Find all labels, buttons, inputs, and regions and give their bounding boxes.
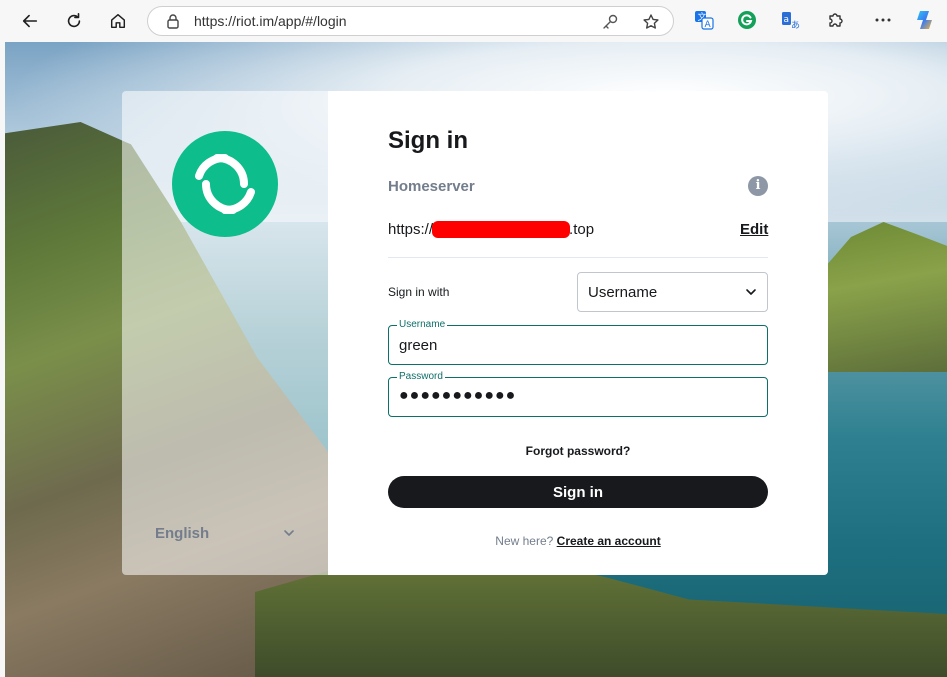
username-input[interactable]: Username green: [388, 319, 768, 365]
reload-icon: [67, 12, 81, 28]
translator-extension-icon[interactable]: aあ: [779, 9, 801, 31]
homeserver-label: Homeserver: [388, 178, 475, 195]
language-selector[interactable]: English: [155, 523, 295, 543]
page-title: Sign in: [388, 127, 468, 154]
address-bar[interactable]: https://riot.im/app/#/login: [147, 6, 674, 36]
homeserver-prefix: https://: [388, 221, 434, 238]
password-input[interactable]: Password ●●●●●●●●●●●: [388, 371, 768, 417]
element-logo: [172, 131, 278, 237]
url-text: https://riot.im/app/#/login: [194, 13, 347, 29]
new-here-text: New here?: [495, 534, 554, 548]
home-button[interactable]: [100, 3, 136, 39]
svg-text:あ: あ: [791, 20, 800, 30]
create-account-link[interactable]: Create an account: [557, 534, 661, 548]
login-form: Sign in Homeserver i https:// .top Edit …: [328, 91, 828, 575]
homeserver-suffix: .top: [569, 221, 595, 238]
login-dialog: English Sign in Homeserver i https:// .t…: [122, 91, 828, 575]
password-field-label: Password: [397, 371, 445, 383]
dialog-side-panel: English: [122, 91, 328, 575]
divider: [388, 257, 768, 258]
copilot-icon[interactable]: [913, 7, 939, 33]
sign-in-with-label: Sign in with: [388, 285, 450, 299]
username-value: green: [399, 337, 438, 354]
reload-button[interactable]: [56, 3, 92, 39]
browser-toolbar: https://riot.im/app/#/login 文A aあ: [0, 0, 947, 42]
element-logo-icon: [195, 154, 255, 214]
language-label: English: [155, 524, 210, 542]
username-field-label: Username: [397, 319, 448, 331]
login-type-value: Username: [588, 283, 658, 301]
mountain-ridge: [825, 222, 947, 372]
home-icon: [110, 13, 126, 29]
create-account-row: New here? Create an account: [328, 534, 828, 548]
redaction-mark: [432, 221, 571, 238]
lock-icon: [167, 14, 179, 29]
key-icon[interactable]: [601, 13, 619, 31]
forgot-password-link[interactable]: Forgot password?: [526, 444, 631, 458]
login-type-select[interactable]: Username: [577, 272, 768, 312]
grammarly-icon[interactable]: [736, 9, 758, 31]
extensions-puzzle-icon[interactable]: [825, 9, 847, 31]
chevron-down-icon: [746, 289, 756, 295]
arrow-left-icon: [22, 14, 38, 28]
chevron-down-icon: [284, 530, 294, 536]
homeserver-url: https:// .top: [388, 221, 594, 238]
forgot-password-row: Forgot password?: [328, 444, 828, 458]
info-icon[interactable]: i: [748, 176, 768, 196]
sign-in-button[interactable]: Sign in: [388, 476, 768, 508]
password-value: ●●●●●●●●●●●: [399, 387, 517, 404]
translate-icon[interactable]: 文A: [693, 9, 715, 31]
back-button[interactable]: [12, 3, 48, 39]
svg-text:A: A: [705, 20, 712, 30]
star-icon[interactable]: [642, 13, 660, 31]
more-menu-icon[interactable]: [872, 9, 894, 31]
edit-homeserver-link[interactable]: Edit: [740, 221, 768, 238]
svg-text:a: a: [784, 15, 790, 25]
